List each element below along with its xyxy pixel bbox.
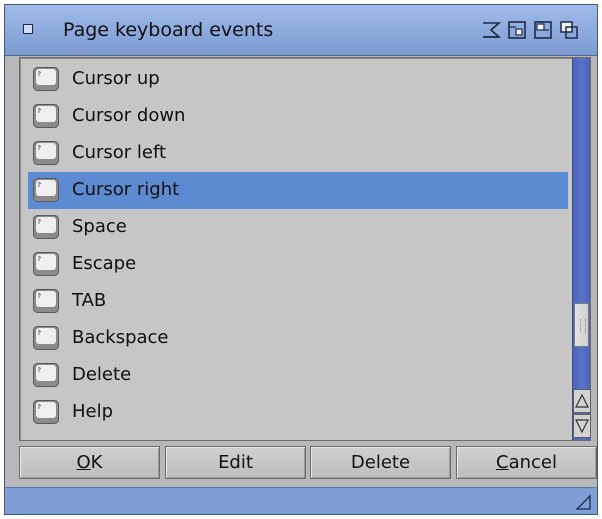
keyboard-key-icon <box>33 215 59 239</box>
keyboard-key-icon <box>33 252 59 276</box>
keyboard-key-icon <box>33 363 59 387</box>
list-item[interactable]: Backspace <box>28 320 568 357</box>
list-item-label: Cursor down <box>72 105 186 126</box>
keyboard-key-icon <box>33 178 59 202</box>
scroll-down-icon <box>575 419 589 434</box>
cancel-button-mnemonic: C <box>496 452 509 473</box>
status-bar <box>5 487 597 514</box>
scroll-up-icon <box>575 393 589 408</box>
list-item[interactable]: Cursor up <box>28 61 568 98</box>
list-item[interactable]: Cursor down <box>28 98 568 135</box>
key-events-list[interactable]: Cursor up Cursor down Cursor left Cursor… <box>28 61 568 439</box>
list-item-selected[interactable]: Cursor right <box>28 172 568 209</box>
cancel-button-label: ancel <box>508 452 557 473</box>
keyboard-key-icon <box>33 326 59 350</box>
list-item-label: Space <box>72 216 127 237</box>
list-item-label: Cursor up <box>72 68 160 89</box>
key-events-listview[interactable]: Cursor up Cursor down Cursor left Cursor… <box>19 57 591 441</box>
list-item-label: TAB <box>72 290 107 311</box>
ok-button[interactable]: OK <box>19 446 160 479</box>
scrollbar-thumb[interactable] <box>574 303 589 347</box>
window-title: Page keyboard events <box>63 19 274 41</box>
list-item[interactable]: Help <box>28 394 568 431</box>
list-item[interactable]: Cursor left <box>28 135 568 172</box>
delete-button[interactable]: Delete <box>310 446 451 479</box>
keyboard-events-window: Page keyboard events Cursor up Cursor do… <box>4 4 598 515</box>
list-item-label: Escape <box>72 253 137 274</box>
keyboard-key-icon <box>33 289 59 313</box>
toggle-size-icon[interactable] <box>533 20 553 40</box>
ok-button-label: K <box>90 452 103 473</box>
list-item-label: Help <box>72 401 114 422</box>
scroll-down-button[interactable] <box>573 414 591 438</box>
keyboard-key-icon <box>33 67 59 91</box>
scroll-up-button[interactable] <box>573 389 591 413</box>
vertical-scrollbar[interactable] <box>572 58 591 440</box>
grip-icon <box>580 319 586 333</box>
list-item[interactable]: TAB <box>28 283 568 320</box>
depth-icon[interactable] <box>559 20 579 40</box>
iconify-icon[interactable] <box>481 20 501 40</box>
list-item[interactable]: Space <box>28 209 568 246</box>
close-gadget-icon[interactable] <box>23 24 33 34</box>
ok-button-mnemonic: O <box>76 452 91 473</box>
resize-icon[interactable] <box>575 494 591 510</box>
list-item-label: Cursor right <box>72 179 180 200</box>
list-item-label: Cursor left <box>72 142 167 163</box>
list-item-label: Backspace <box>72 327 169 348</box>
list-item[interactable]: Escape <box>28 246 568 283</box>
list-item-label: Delete <box>72 364 132 385</box>
zoom-icon[interactable] <box>507 20 527 40</box>
keyboard-key-icon <box>33 141 59 165</box>
keyboard-key-icon <box>33 104 59 128</box>
list-item[interactable]: Delete <box>28 357 568 394</box>
cancel-button[interactable]: Cancel <box>456 446 597 479</box>
edit-button[interactable]: Edit <box>165 446 306 479</box>
title-bar[interactable]: Page keyboard events <box>5 5 597 56</box>
keyboard-key-icon <box>33 400 59 424</box>
